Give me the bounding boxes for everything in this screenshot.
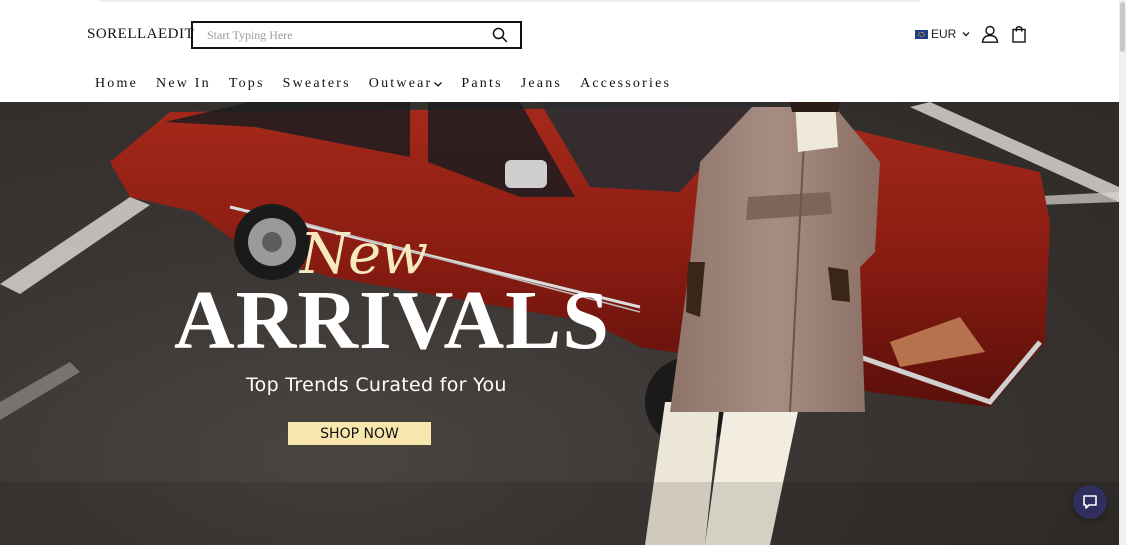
nav-item-label: Home [95,76,139,91]
chevron-down-icon [962,32,970,37]
scrollbar-thumb[interactable] [1120,2,1125,52]
chat-button[interactable] [1073,485,1107,519]
shop-now-button[interactable]: SHOP NOW [288,422,431,445]
hero-main-headline: ARRIVALS [174,274,610,367]
nav-item-label: Tops [228,76,265,91]
currency-selector[interactable]: EUR [915,27,971,41]
brand-logo[interactable]: SORELLAEDIT [87,26,194,43]
currency-code: EUR [931,27,957,41]
nav-item-jeans[interactable]: Jeans [521,76,562,92]
nav-item-home[interactable]: Home [95,76,138,92]
nav-item-label: Pants [461,76,503,91]
shopping-bag-icon[interactable] [1012,25,1026,43]
search-input[interactable] [193,23,477,47]
main-navigation: Home New In Tops Sweaters Outwear Pants … [95,76,689,92]
nav-item-pants[interactable]: Pants [461,76,502,92]
page-scrollbar[interactable] [1119,0,1126,545]
user-icon[interactable] [981,25,999,43]
nav-item-new-in[interactable]: New In [156,76,211,92]
nav-item-label: Accessories [580,76,672,91]
chevron-down-icon [434,82,443,87]
search-box [191,21,522,49]
site-header: SORELLAEDIT EUR Home New In Tops Sweater… [0,0,1119,102]
hero-banner[interactable]: New ARRIVALS Top Trends Curated for You … [0,102,1119,545]
eu-flag-icon [915,29,928,39]
nav-item-accessories[interactable]: Accessories [580,76,671,92]
nav-item-label: Jeans [520,76,563,91]
nav-item-label: Sweaters [282,76,351,91]
hero-subtitle: Top Trends Curated for You [246,374,507,396]
nav-item-tops[interactable]: Tops [229,76,265,92]
search-icon[interactable] [492,27,508,43]
nav-item-label: New In [156,76,211,91]
nav-item-outwear[interactable]: Outwear [369,76,444,92]
nav-item-sweaters[interactable]: Sweaters [283,76,351,92]
announcement-strip [100,0,920,2]
chat-bubble-icon [1083,495,1097,509]
nav-item-label: Outwear [368,76,433,91]
